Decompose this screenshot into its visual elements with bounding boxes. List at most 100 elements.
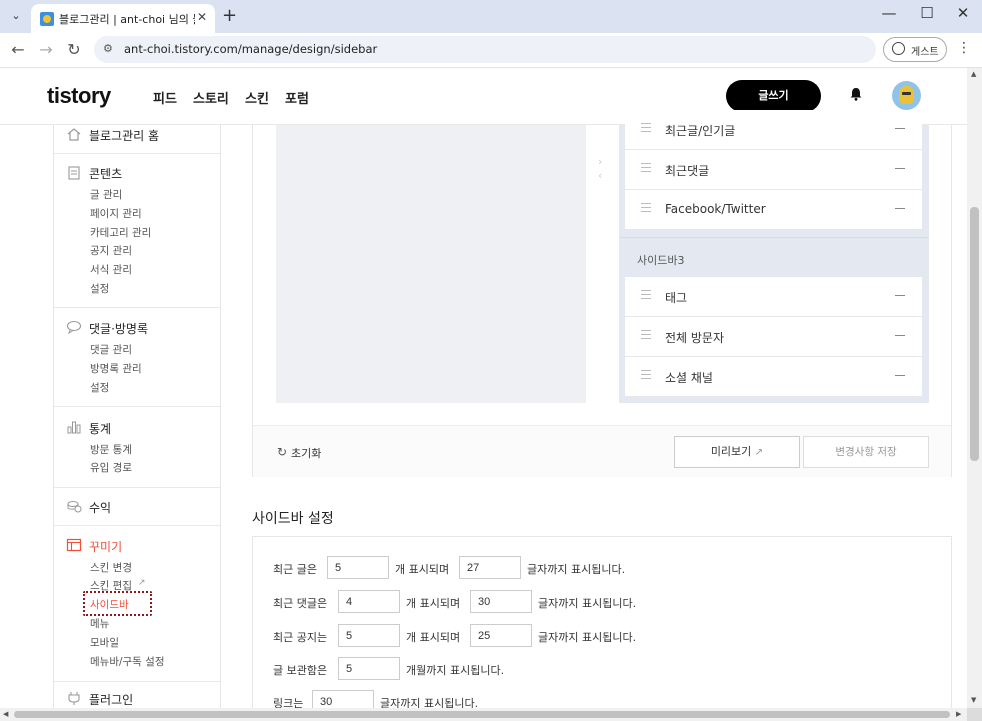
- drag-handle-icon[interactable]: [641, 123, 651, 132]
- url-text[interactable]: ant-choi.tistory.com/manage/design/sideb…: [124, 42, 377, 56]
- drag-handle-icon[interactable]: [641, 163, 651, 172]
- vertical-scrollbar[interactable]: ▲ ▼: [967, 68, 982, 708]
- guest-profile-button[interactable]: 게스트: [883, 37, 947, 62]
- nav-item-menubar-subscribe[interactable]: 메뉴바/구독 설정: [90, 654, 165, 669]
- home-icon: [67, 128, 81, 141]
- module-label: 소셜 채널: [665, 371, 713, 385]
- nav-item-menu[interactable]: 메뉴: [90, 616, 109, 631]
- module-social-channels[interactable]: 소셜 채널: [625, 357, 922, 397]
- nav-section-comments: 댓글·방명록 댓글 관리 방명록 관리 설정: [54, 308, 220, 407]
- recent-comments-chars-input[interactable]: [470, 590, 532, 613]
- module-recent-comments[interactable]: 최근댓글: [625, 150, 922, 190]
- drag-handle-icon[interactable]: [641, 330, 651, 339]
- browser-menu-icon[interactable]: ⋮: [957, 40, 971, 56]
- nav-heading-stats[interactable]: 통계: [89, 420, 111, 437]
- remove-module-icon[interactable]: [895, 208, 905, 209]
- nav-item-posts[interactable]: 글 관리: [90, 187, 122, 202]
- tab-close-icon[interactable]: ✕: [197, 10, 207, 24]
- reset-button[interactable]: 초기화: [291, 445, 321, 461]
- coins-icon: [67, 501, 82, 513]
- nav-item-comments-settings[interactable]: 설정: [90, 380, 109, 395]
- new-tab-button[interactable]: +: [222, 5, 237, 26]
- remove-module-icon[interactable]: [895, 295, 905, 296]
- nav-item-templates[interactable]: 서식 관리: [90, 262, 132, 277]
- avatar[interactable]: [892, 81, 921, 110]
- horizontal-scroll-thumb[interactable]: [14, 711, 950, 718]
- module-label: 최근댓글: [665, 164, 710, 178]
- nav-item-notices[interactable]: 공지 관리: [90, 243, 132, 258]
- remove-module-icon[interactable]: [895, 375, 905, 376]
- scroll-up-icon[interactable]: ▲: [971, 70, 976, 78]
- bell-icon[interactable]: [849, 87, 863, 101]
- speech-bubble-icon: [66, 320, 82, 334]
- archive-months-input[interactable]: [338, 657, 400, 680]
- remove-module-icon[interactable]: [895, 128, 905, 129]
- drag-handle-icon[interactable]: [641, 370, 651, 379]
- recent-posts-count-input[interactable]: [327, 556, 389, 579]
- nav-item-content-settings[interactable]: 설정: [90, 281, 109, 296]
- bar-chart-icon: [67, 421, 81, 434]
- focus-ring: [83, 591, 152, 616]
- scroll-right-icon[interactable]: ▶: [956, 710, 961, 718]
- module-facebook-twitter[interactable]: Facebook/Twitter: [625, 190, 922, 230]
- forward-button[interactable]: →: [36, 40, 56, 59]
- nav-heading-design[interactable]: 꾸미기: [89, 538, 122, 555]
- site-settings-icon[interactable]: ⚙: [103, 42, 113, 55]
- gnb-forum[interactable]: 포럼: [285, 88, 309, 107]
- gnb-skin[interactable]: 스킨: [245, 88, 269, 107]
- tab-search-chevron-icon[interactable]: ⌄: [6, 6, 26, 26]
- module-recent-popular[interactable]: 최근글/인기글: [625, 110, 922, 150]
- move-arrows-icon[interactable]: › ‹: [598, 155, 602, 183]
- scroll-down-icon[interactable]: ▼: [971, 696, 976, 704]
- module-label: 전체 방문자: [665, 331, 725, 345]
- setting-suffix: 글자까지 표시됩니다.: [380, 697, 479, 708]
- gnb-story[interactable]: 스토리: [193, 88, 229, 107]
- nav-item-referrers[interactable]: 유입 경로: [90, 460, 132, 475]
- recent-comments-count-input[interactable]: [338, 590, 400, 613]
- remove-module-icon[interactable]: [895, 168, 905, 169]
- nav-item-mobile[interactable]: 모바일: [90, 635, 119, 650]
- close-window-button[interactable]: ✕: [948, 4, 978, 22]
- write-button[interactable]: 글쓰기: [726, 80, 821, 112]
- maximize-button[interactable]: ☐: [912, 4, 942, 22]
- nav-item-categories[interactable]: 카테고리 관리: [90, 225, 151, 240]
- nav-item-visit-stats[interactable]: 방문 통계: [90, 442, 132, 457]
- back-button[interactable]: ←: [8, 40, 28, 59]
- vertical-scroll-thumb[interactable]: [970, 207, 979, 461]
- nav-item-guestbook[interactable]: 방명록 관리: [90, 361, 142, 376]
- nav-heading-comments[interactable]: 댓글·방명록: [89, 320, 148, 337]
- remove-module-icon[interactable]: [895, 335, 905, 336]
- reset-icon[interactable]: ↻: [277, 445, 287, 459]
- tistory-logo[interactable]: tistory: [47, 83, 111, 109]
- module-tags[interactable]: 태그: [625, 277, 922, 317]
- sidebar3-heading: 사이드바3: [637, 254, 685, 267]
- nav-section-revenue: 수익: [54, 488, 220, 526]
- scroll-left-icon[interactable]: ◀: [3, 710, 8, 718]
- browser-tab[interactable]: 블로그관리 | ant-choi 님의 블로그 ✕: [31, 4, 215, 33]
- links-chars-input[interactable]: [312, 690, 374, 708]
- reload-button[interactable]: ↻: [64, 40, 84, 59]
- gnb-feed[interactable]: 피드: [153, 88, 177, 107]
- recent-posts-chars-input[interactable]: [459, 556, 521, 579]
- drag-handle-icon[interactable]: [641, 203, 651, 212]
- nav-home-link[interactable]: 블로그관리 홈: [89, 127, 159, 144]
- nav-item-skin-change[interactable]: 스킨 변경: [90, 560, 132, 575]
- preview-button[interactable]: 미리보기 ↗: [674, 436, 800, 468]
- minimize-button[interactable]: —: [874, 4, 904, 22]
- scrollbar-corner: [967, 708, 982, 721]
- nav-heading-revenue[interactable]: 수익: [89, 499, 111, 516]
- horizontal-scrollbar[interactable]: ◀ ▶: [0, 708, 967, 721]
- drag-handle-icon[interactable]: [641, 290, 651, 299]
- nav-item-pages[interactable]: 페이지 관리: [90, 206, 142, 221]
- recent-notices-count-input[interactable]: [338, 624, 400, 647]
- omnibox[interactable]: ⚙ ant-choi.tistory.com/manage/design/sid…: [94, 36, 876, 63]
- recent-notices-chars-input[interactable]: [470, 624, 532, 647]
- setting-suffix: 글자까지 표시됩니다.: [538, 597, 637, 610]
- setting-mid: 개 표시되며: [406, 631, 461, 644]
- save-changes-button[interactable]: 변경사항 저장: [803, 436, 929, 468]
- nav-heading-plugins[interactable]: 플러그인: [89, 691, 133, 708]
- module-total-visitors[interactable]: 전체 방문자: [625, 317, 922, 357]
- nav-item-comments[interactable]: 댓글 관리: [90, 342, 132, 357]
- nav-heading-content[interactable]: 콘텐츠: [89, 165, 122, 182]
- person-icon: [892, 42, 905, 55]
